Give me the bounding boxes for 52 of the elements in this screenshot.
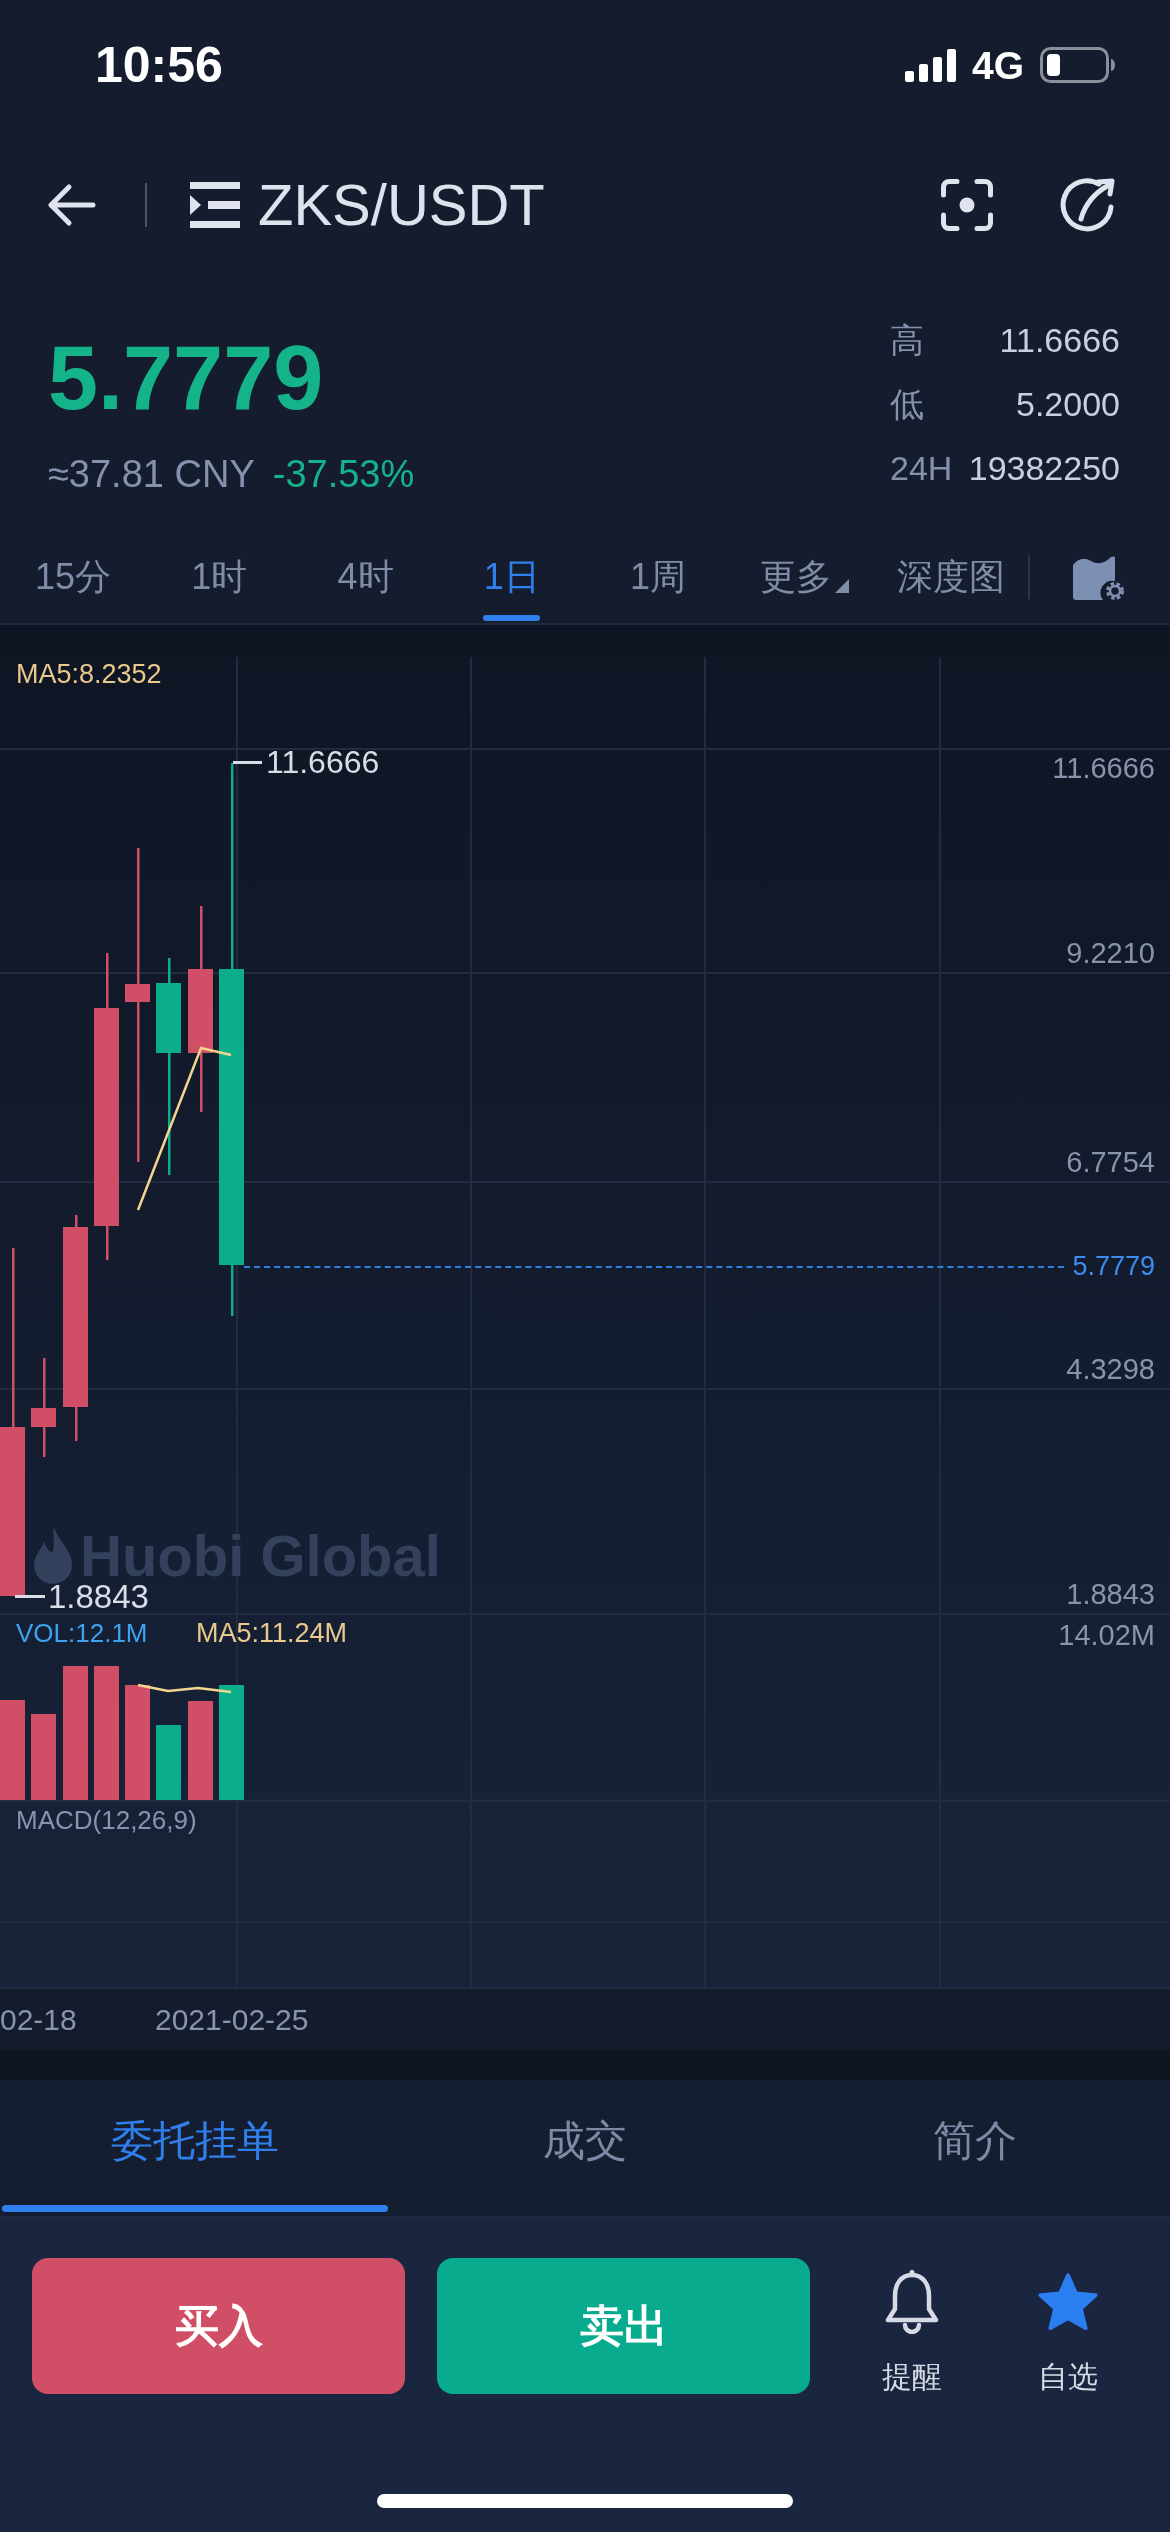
caret-icon: [834, 579, 849, 593]
moving-average-label: MA5:8.2352: [16, 661, 162, 688]
stat-value: 19382250: [968, 451, 1120, 485]
last-price-label: 5.7779: [1072, 1253, 1155, 1280]
back-icon[interactable]: [46, 183, 96, 227]
axis-label: 9.2210: [1066, 939, 1155, 968]
stat-value: 5.2000: [1016, 387, 1120, 421]
status-time: 10:56: [95, 40, 223, 90]
date-label: 2021-02-25: [155, 2004, 309, 2035]
axis-label: 4.3298: [1066, 1355, 1155, 1384]
order-tab[interactable]: 成交: [390, 2080, 780, 2216]
macd-label: MACD(12,26,9): [16, 1807, 197, 1833]
axis-label: 6.7754: [1066, 1148, 1155, 1177]
interval-tab[interactable]: 深度图: [877, 530, 1024, 623]
circular-arrow-icon[interactable]: [1059, 177, 1115, 233]
order-tab[interactable]: 委托挂单: [0, 2080, 390, 2216]
price-change: -37.53%: [272, 455, 415, 493]
interval-tab[interactable]: 4时: [292, 530, 439, 623]
interval-tab[interactable]: 更多: [731, 530, 878, 623]
sell-button[interactable]: 卖出: [437, 2258, 810, 2394]
favorite-button[interactable]: 自选: [1018, 2258, 1118, 2392]
list-icon[interactable]: [190, 182, 240, 228]
interval-tab[interactable]: 1周: [585, 530, 732, 623]
volume-average-label: MA5:11.24M: [196, 1620, 348, 1647]
alert-button[interactable]: 提醒: [862, 2258, 962, 2392]
axis-label: 1.8843: [1066, 1580, 1155, 1609]
stat-label: 24H: [890, 451, 953, 485]
date-label: 02-18: [0, 2004, 77, 2035]
buy-button[interactable]: 买入: [32, 2258, 405, 2394]
scan-icon[interactable]: [941, 179, 993, 231]
interval-tab[interactable]: 15分: [0, 530, 147, 623]
stat-label: 低: [890, 387, 924, 421]
interval-tab[interactable]: 1日: [438, 530, 585, 623]
flame-icon: [34, 1527, 72, 1585]
cny-price: ≈37.81 CNY: [48, 455, 255, 493]
network-type: 4G: [971, 45, 1024, 85]
leader-line: [15, 1595, 45, 1598]
interval-tab[interactable]: 1时: [146, 530, 293, 623]
battery-icon: [1040, 47, 1115, 83]
leader-line: [233, 761, 262, 764]
bell-icon: [884, 2270, 940, 2334]
volume-axis-label: 14.02M: [1058, 1621, 1155, 1650]
signal-icon: [904, 48, 956, 82]
volume-label: VOL:12.1M: [16, 1620, 148, 1646]
order-tab[interactable]: 简介: [780, 2080, 1170, 2216]
axis-label: 11.6666: [1052, 754, 1155, 783]
stat-value: 11.6666: [999, 323, 1120, 357]
stat-label: 高: [890, 323, 924, 357]
high-price-marker: 11.6666: [266, 746, 380, 778]
pair-title: ZKS/USDT: [258, 176, 545, 234]
last-price: 5.7779: [48, 333, 324, 423]
low-price-marker: 1.8843: [48, 1580, 149, 1613]
